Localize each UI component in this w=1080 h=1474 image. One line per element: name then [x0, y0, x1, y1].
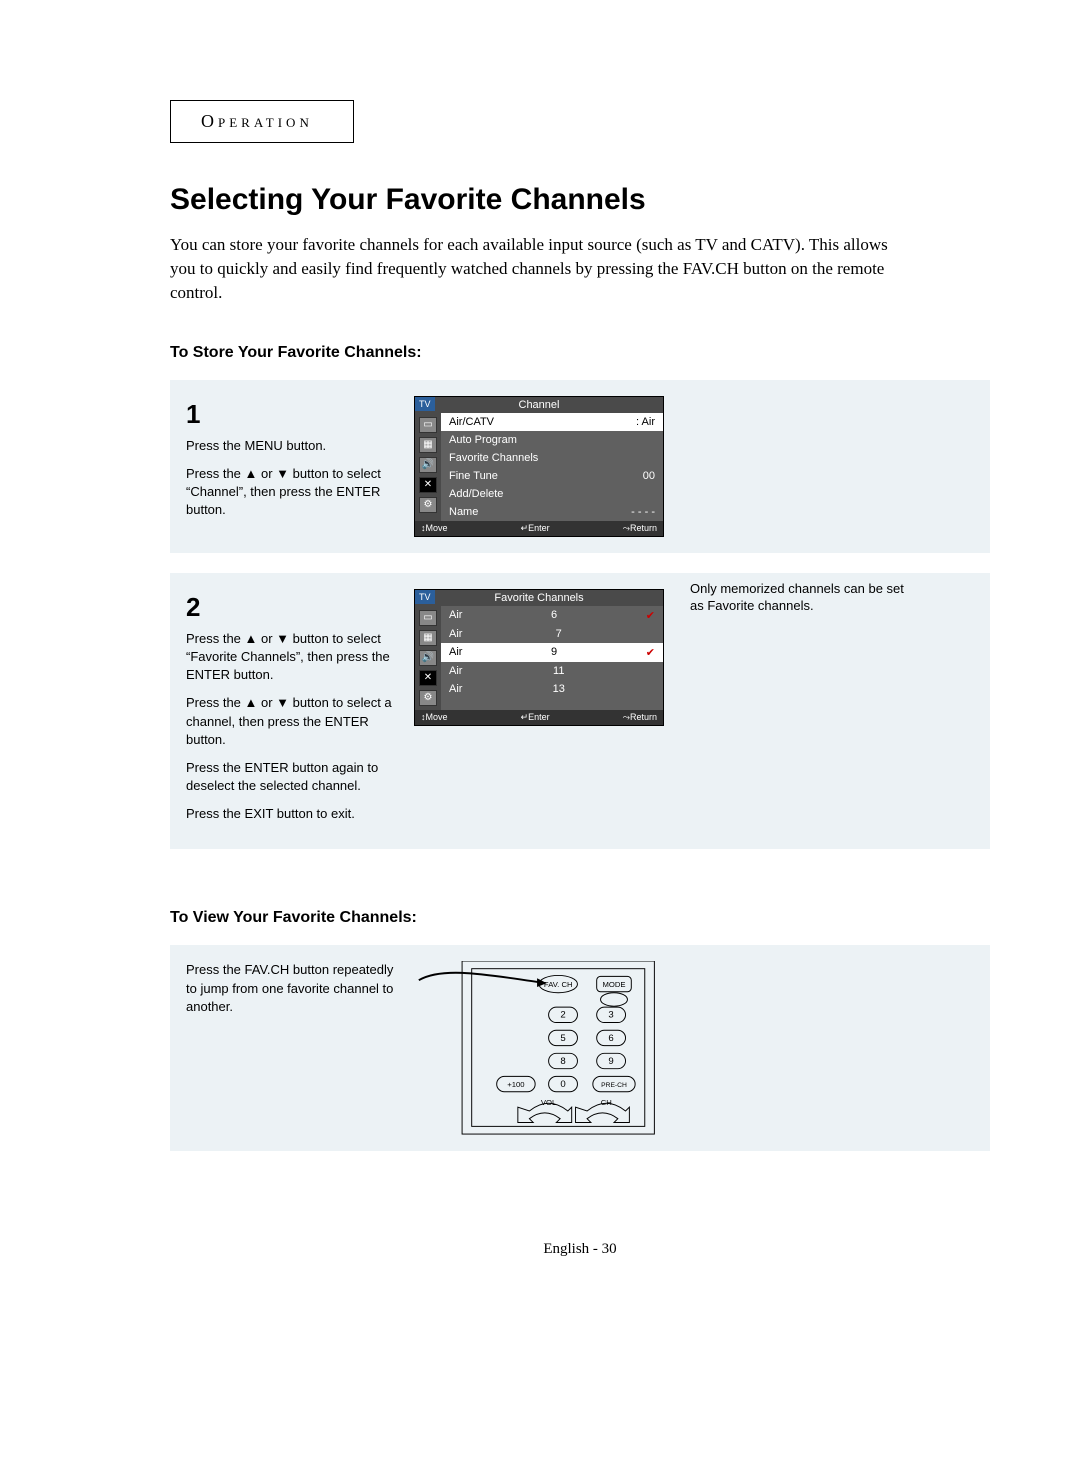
step-1-text: 1 Press the MENU button. Press the ▲ or … — [186, 396, 396, 529]
osd-row-label: Air — [449, 628, 462, 640]
picture-icon: ▦ — [419, 630, 437, 646]
page-number: English - 30 — [170, 1241, 990, 1258]
osd-return-hint: ⤳Return — [623, 523, 657, 534]
osd-tv-tag: TV — [415, 397, 435, 411]
channel-icon: ✕ — [419, 670, 437, 686]
picture-icon: ▦ — [419, 437, 437, 453]
key-0[interactable]: 0 — [560, 1079, 565, 1090]
osd-row-value: 00 — [643, 470, 655, 482]
osd-side-icons: ▭ ▦ 🔊 ✕ ⚙ — [415, 606, 441, 710]
osd-row-value: : Air — [636, 416, 655, 428]
section-tab: Operation — [170, 100, 354, 143]
setup-icon: ⚙ — [419, 497, 437, 513]
osd-row-label: Air/CATV — [449, 416, 494, 428]
step-1-number: 1 — [186, 396, 396, 432]
osd-row-value: 6 — [551, 609, 557, 622]
osd-move-hint: ↕Move — [421, 523, 448, 534]
store-heading: To Store Your Favorite Channels: — [170, 344, 990, 362]
tv-icon: ▭ — [419, 417, 437, 433]
osd-move-hint: ↕Move — [421, 712, 448, 723]
osd-row-aircatv[interactable]: Air/CATV : Air — [441, 413, 663, 431]
step-1-line-2: Press the ▲ or ▼ button to select “Chann… — [186, 465, 396, 520]
osd-row-value: 13 — [553, 683, 565, 695]
osd-row-label: Fine Tune — [449, 470, 498, 482]
step-1-block: 1 Press the MENU button. Press the ▲ or … — [170, 380, 990, 553]
osd-enter-hint: ↵Enter — [521, 712, 550, 723]
tv-icon: ▭ — [419, 610, 437, 626]
key-3[interactable]: 3 — [608, 1010, 613, 1021]
osd-row-value: 9 — [551, 646, 557, 659]
osd-list: Air/CATV : Air Auto Program Favorite Cha… — [441, 413, 663, 521]
osd-row-label: Air — [449, 665, 462, 677]
step-2-block: 2 Press the ▲ or ▼ button to select “Fav… — [170, 573, 990, 849]
view-text-p: Press the FAV.CH button repeatedly to ju… — [186, 961, 396, 1016]
key-6[interactable]: 6 — [608, 1033, 613, 1044]
osd-menu-favorite: TV Favorite Channels ▭ ▦ 🔊 ✕ ⚙ Air 6 ✔ — [414, 589, 664, 726]
osd-fav-row[interactable]: Air 7 — [441, 625, 663, 643]
ch-label: CH — [601, 1099, 612, 1108]
osd-row-label: Air — [449, 683, 462, 695]
osd-row-label: Favorite Channels — [449, 452, 538, 464]
osd-footer: ↕Move ↵Enter ⤳Return — [415, 710, 663, 725]
osd-title: TV Favorite Channels — [415, 590, 663, 606]
osd-row-finetune[interactable]: Fine Tune 00 — [441, 467, 663, 485]
sound-icon: 🔊 — [419, 650, 437, 666]
osd-side-icons: ▭ ▦ 🔊 ✕ ⚙ — [415, 413, 441, 521]
osd-return-hint: ⤳Return — [623, 712, 657, 723]
osd-row-label: Name — [449, 506, 478, 518]
key-5[interactable]: 5 — [560, 1033, 565, 1044]
osd-title: TV Channel — [415, 397, 663, 413]
view-heading: To View Your Favorite Channels: — [170, 909, 990, 927]
step-2-p3: Press the ENTER button again to deselect… — [186, 759, 396, 795]
osd-tv-tag: TV — [415, 590, 435, 604]
osd-row-value: - - - - — [631, 506, 655, 518]
osd-row-name[interactable]: Name - - - - — [441, 503, 663, 521]
step-1-line-1: Press the MENU button. — [186, 437, 396, 455]
osd-row-autoprogram[interactable]: Auto Program — [441, 431, 663, 449]
step-2-p4: Press the EXIT button to exit. — [186, 805, 396, 823]
osd-row-label: Air — [449, 609, 462, 622]
osd-row-adddelete[interactable]: Add/Delete — [441, 485, 663, 503]
view-text: Press the FAV.CH button repeatedly to ju… — [186, 961, 396, 1026]
sound-icon: 🔊 — [419, 457, 437, 473]
osd-fav-row[interactable]: Air 6 ✔ — [441, 606, 663, 625]
osd-footer: ↕Move ↵Enter ⤳Return — [415, 521, 663, 536]
key-prech[interactable]: PRE-CH — [601, 1082, 627, 1089]
osd-list: Air 6 ✔ Air 7 Air 9 ✔ Air — [441, 606, 663, 710]
key-2[interactable]: 2 — [560, 1010, 565, 1021]
osd-row-favorite[interactable]: Favorite Channels — [441, 449, 663, 467]
page-title: Selecting Your Favorite Channels — [170, 183, 990, 217]
osd-fav-row[interactable]: Air 13 — [441, 680, 663, 698]
osd-menu-channel: TV Channel ▭ ▦ 🔊 ✕ ⚙ Air/CATV : Air — [414, 396, 664, 537]
side-note: Only memorized channels can be set as Fa… — [690, 581, 920, 615]
vol-label: VOL — [541, 1099, 557, 1108]
osd-title-text: Channel — [519, 399, 560, 411]
view-step-block: Press the FAV.CH button repeatedly to ju… — [170, 945, 990, 1150]
mode-button[interactable]: MODE — [602, 980, 625, 989]
step-2-p1: Press the ▲ or ▼ button to select “Favor… — [186, 630, 396, 685]
osd-row-value: 7 — [556, 628, 562, 640]
intro-paragraph: You can store your favorite channels for… — [170, 233, 890, 304]
key-9[interactable]: 9 — [608, 1056, 613, 1067]
osd-row-value: 11 — [553, 665, 564, 677]
favch-button[interactable]: FAV. CH — [544, 980, 573, 989]
key-plus100[interactable]: +100 — [507, 1080, 524, 1089]
check-icon: ✔ — [646, 609, 655, 622]
setup-icon: ⚙ — [419, 690, 437, 706]
osd-fav-row[interactable]: Air 9 ✔ — [441, 643, 663, 662]
osd-row-label: Air — [449, 646, 462, 659]
osd-fav-row[interactable]: Air 11 — [441, 662, 663, 680]
step-2-number: 2 — [186, 589, 396, 625]
osd-row-label: Add/Delete — [449, 488, 503, 500]
osd-enter-hint: ↵Enter — [521, 523, 550, 534]
channel-icon: ✕ — [419, 477, 437, 493]
remote-diagram: FAV. CH MODE 2 3 5 6 8 9 +100 0 PRE-CH V… — [414, 961, 664, 1134]
step-2-p2: Press the ▲ or ▼ button to select a chan… — [186, 694, 396, 749]
osd-row-label: Auto Program — [449, 434, 517, 446]
check-icon: ✔ — [646, 646, 655, 659]
osd-title-text: Favorite Channels — [494, 592, 583, 604]
step-2-text: 2 Press the ▲ or ▼ button to select “Fav… — [186, 589, 396, 833]
key-8[interactable]: 8 — [560, 1056, 565, 1067]
